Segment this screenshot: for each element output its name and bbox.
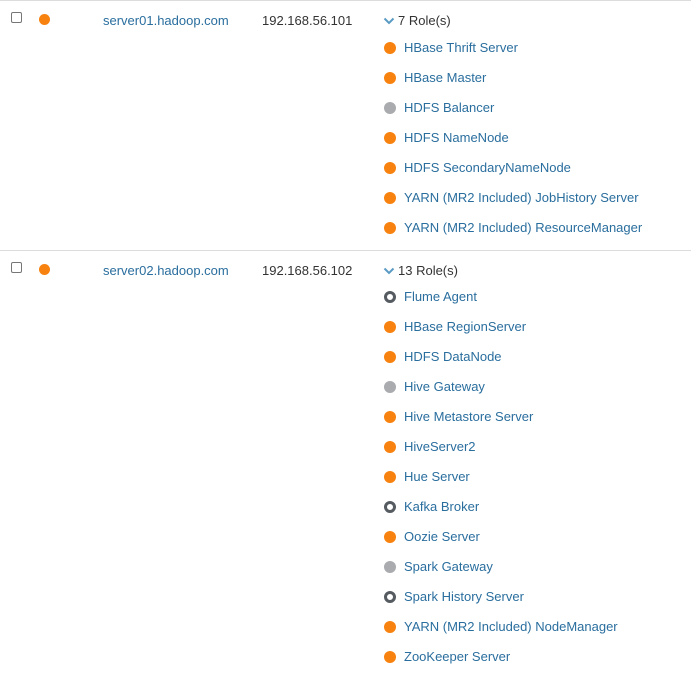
role-item: HDFS DataNode — [384, 342, 618, 372]
role-link[interactable]: YARN (MR2 Included) ResourceManager — [404, 220, 642, 236]
role-item: Spark History Server — [384, 582, 618, 612]
hosts-table: server01.hadoop.com 192.168.56.101 7 Rol… — [0, 0, 691, 679]
role-good-status-icon — [384, 411, 396, 423]
role-link[interactable]: HDFS Balancer — [404, 100, 494, 116]
role-stopped-status-icon — [384, 501, 396, 513]
role-item: HiveServer2 — [384, 432, 618, 462]
role-na-status-icon — [384, 561, 396, 573]
role-link[interactable]: HDFS NameNode — [404, 130, 509, 146]
role-good-status-icon — [384, 621, 396, 633]
role-good-status-icon — [384, 471, 396, 483]
role-good-status-icon — [384, 441, 396, 453]
role-item: HDFS SecondaryNameNode — [384, 153, 642, 183]
role-good-status-icon — [384, 132, 396, 144]
role-good-status-icon — [384, 42, 396, 54]
role-item: Oozie Server — [384, 522, 618, 552]
role-item: HBase RegionServer — [384, 312, 618, 342]
host-select-checkbox[interactable] — [11, 262, 22, 273]
role-item: Hive Gateway — [384, 372, 618, 402]
role-item: Kafka Broker — [384, 492, 618, 522]
role-item: Hive Metastore Server — [384, 402, 618, 432]
role-link[interactable]: HDFS SecondaryNameNode — [404, 160, 571, 176]
role-item: HBase Master — [384, 63, 642, 93]
role-good-status-icon — [384, 651, 396, 663]
role-good-status-icon — [384, 321, 396, 333]
roles-expand-toggle[interactable]: 7 Role(s) — [383, 13, 451, 29]
role-item: HDFS NameNode — [384, 123, 642, 153]
role-link[interactable]: Kafka Broker — [404, 499, 479, 515]
host-row: server01.hadoop.com 192.168.56.101 7 Rol… — [0, 1, 691, 251]
host-health-status-icon — [39, 14, 50, 25]
role-item: HDFS Balancer — [384, 93, 642, 123]
role-link[interactable]: YARN (MR2 Included) JobHistory Server — [404, 190, 639, 206]
role-item: YARN (MR2 Included) JobHistory Server — [384, 183, 642, 213]
role-good-status-icon — [384, 192, 396, 204]
chevron-down-icon — [383, 17, 395, 25]
role-item: ZooKeeper Server — [384, 642, 618, 672]
role-good-status-icon — [384, 531, 396, 543]
role-good-status-icon — [384, 162, 396, 174]
host-select-checkbox[interactable] — [11, 12, 22, 23]
role-item: YARN (MR2 Included) NodeManager — [384, 612, 618, 642]
role-link[interactable]: Hive Metastore Server — [404, 409, 533, 425]
role-link[interactable]: Spark Gateway — [404, 559, 493, 575]
role-good-status-icon — [384, 351, 396, 363]
role-link[interactable]: HDFS DataNode — [404, 349, 502, 365]
role-link[interactable]: ZooKeeper Server — [404, 649, 510, 665]
hostname-link[interactable]: server02.hadoop.com — [103, 263, 229, 279]
host-row: server02.hadoop.com 192.168.56.102 13 Ro… — [0, 251, 691, 679]
role-list: Flume Agent HBase RegionServer HDFS DataNo… — [384, 282, 618, 672]
ip-address: 192.168.56.101 — [262, 13, 353, 28]
role-good-status-icon — [384, 222, 396, 234]
host-health-status-icon — [39, 264, 50, 275]
role-item: Spark Gateway — [384, 552, 618, 582]
role-link[interactable]: Hive Gateway — [404, 379, 485, 395]
role-link[interactable]: YARN (MR2 Included) NodeManager — [404, 619, 618, 635]
role-item: Flume Agent — [384, 282, 618, 312]
role-item: HBase Thrift Server — [384, 33, 642, 63]
roles-expand-toggle[interactable]: 13 Role(s) — [383, 263, 458, 279]
role-link[interactable]: Spark History Server — [404, 589, 524, 605]
role-link[interactable]: Hue Server — [404, 469, 470, 485]
role-list: HBase Thrift Server HBase Master HDFS Bala… — [384, 33, 642, 243]
role-na-status-icon — [384, 102, 396, 114]
role-link[interactable]: Flume Agent — [404, 289, 477, 305]
role-item: YARN (MR2 Included) ResourceManager — [384, 213, 642, 243]
role-link[interactable]: HBase Thrift Server — [404, 40, 518, 56]
role-link[interactable]: Oozie Server — [404, 529, 480, 545]
role-link[interactable]: HBase RegionServer — [404, 319, 526, 335]
chevron-down-icon — [383, 267, 395, 275]
roles-count-label: 13 Role(s) — [398, 263, 458, 278]
role-stopped-status-icon — [384, 591, 396, 603]
hostname-link[interactable]: server01.hadoop.com — [103, 13, 229, 29]
role-na-status-icon — [384, 381, 396, 393]
roles-count-label: 7 Role(s) — [398, 13, 451, 28]
role-link[interactable]: HiveServer2 — [404, 439, 476, 455]
role-item: Hue Server — [384, 462, 618, 492]
role-good-status-icon — [384, 72, 396, 84]
role-link[interactable]: HBase Master — [404, 70, 486, 86]
ip-address: 192.168.56.102 — [262, 263, 353, 278]
role-stopped-status-icon — [384, 291, 396, 303]
